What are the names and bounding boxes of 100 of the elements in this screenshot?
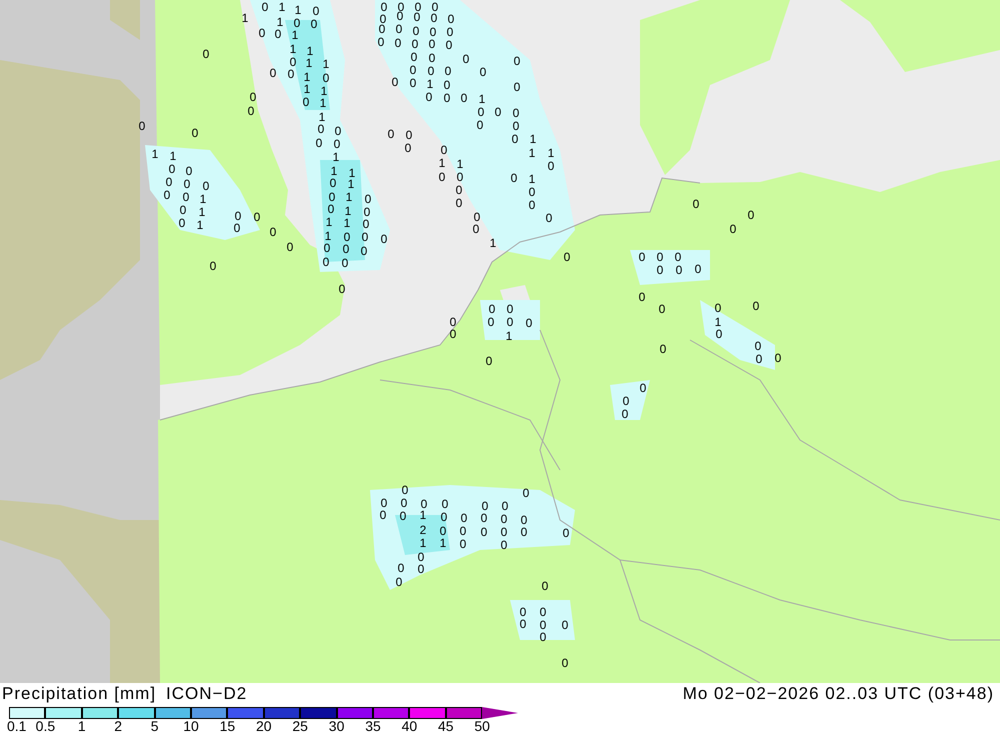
precipitation-value: 0 — [528, 199, 536, 211]
scale-tick-label: 0.5 — [36, 719, 56, 733]
precipitation-value: 0 — [502, 500, 508, 512]
precipitation-value: 1 — [506, 330, 512, 342]
precipitation-value: 0 — [438, 171, 446, 183]
precipitation-value: 0 — [412, 38, 418, 50]
precipitation-value: 0 — [380, 13, 386, 25]
precipitation-value: 0 — [290, 56, 296, 68]
precipitation-value: 0 — [364, 193, 372, 205]
precipitation-value: 0 — [520, 526, 528, 538]
precipitation-value: 0 — [716, 328, 722, 340]
color-swatch — [9, 707, 46, 719]
precipitation-value: 1 — [304, 71, 310, 83]
precipitation-value: 0 — [540, 619, 546, 631]
precipitation-value: 1 — [344, 217, 350, 229]
precipitation-value: 0 — [446, 26, 454, 38]
color-swatch — [82, 707, 118, 719]
precipitation-value: 0 — [486, 355, 492, 367]
precipitation-value: 1 — [344, 205, 352, 217]
precipitation-value: 0 — [400, 510, 406, 522]
precipitation-value: 1 — [276, 16, 284, 28]
precipitation-value: 0 — [514, 55, 520, 67]
precipitation-value: 0 — [428, 52, 436, 64]
precipitation-value: 0 — [540, 631, 546, 643]
precipitation-value: 0 — [138, 120, 146, 132]
precipitation-value: 1 — [456, 158, 464, 170]
precipitation-value: 0 — [562, 527, 570, 539]
precipitation-value: 1 — [438, 157, 446, 169]
precipitation-value: 0 — [398, 562, 404, 574]
precipitation-value: 0 — [564, 251, 570, 263]
precipitation-value: 0 — [514, 81, 520, 93]
precipitation-value: 0 — [480, 526, 488, 538]
precipitation-value: 0 — [660, 343, 666, 355]
precipitation-value: 0 — [472, 223, 480, 235]
precipitation-value: 0 — [480, 512, 488, 524]
scale-tick-label: 1 — [78, 719, 86, 733]
precipitation-value: 0 — [480, 66, 486, 78]
scale-tick-label: 35 — [365, 719, 381, 733]
precipitation-value: 1 — [348, 178, 354, 190]
precipitation-value: 1 — [528, 173, 536, 185]
precipitation-value: 1 — [322, 58, 330, 70]
precipitation-value: 0 — [462, 53, 470, 65]
color-swatch — [409, 707, 446, 719]
precipitation-value: 0 — [288, 68, 294, 80]
precipitation-value: 0 — [444, 65, 452, 77]
precipitation-value: 0 — [674, 251, 682, 263]
precipitation-value: 0 — [388, 128, 394, 140]
precipitation-value: 0 — [520, 618, 526, 630]
precipitation-value: 1 — [200, 193, 206, 205]
precipitation-value: 1 — [440, 537, 446, 549]
precipitation-value: 1 — [346, 191, 352, 203]
precipitation-value: 0 — [392, 76, 398, 88]
precipitation-value: 1 — [332, 151, 340, 163]
precipitation-value: 1 — [320, 85, 328, 97]
precipitation-value: 0 — [500, 539, 508, 551]
precipitation-value: 0 — [210, 260, 216, 272]
precipitation-value: 0 — [418, 551, 424, 563]
precipitation-value: 0 — [248, 105, 254, 117]
precipitation-value: 0 — [318, 123, 324, 135]
precipitation-value: 0 — [184, 178, 190, 190]
precipitation-value: 0 — [754, 340, 762, 352]
precipitation-value: 0 — [344, 231, 350, 243]
precipitation-value: 0 — [404, 142, 412, 154]
precipitation-value: 0 — [410, 77, 416, 89]
precipitation-value: 0 — [774, 352, 782, 364]
precipitation-value: 0 — [488, 303, 496, 315]
precipitation-value: 0 — [428, 65, 434, 77]
precipitation-value: 0 — [446, 39, 452, 51]
scale-tick-label: 20 — [256, 719, 272, 733]
precipitation-value: 0 — [476, 119, 484, 131]
precipitation-value: 0 — [540, 606, 546, 618]
precipitation-value: 0 — [406, 129, 412, 141]
precipitation-value: 0 — [250, 91, 256, 103]
precipitation-value: 0 — [426, 91, 432, 103]
precipitation-value: 0 — [494, 106, 502, 118]
precipitation-value: 1 — [170, 150, 176, 162]
precipitation-value: 0 — [500, 526, 508, 538]
precipitation-value: 0 — [328, 191, 336, 203]
precipitation-value: 0 — [254, 211, 260, 223]
precipitation-value: 0 — [328, 203, 334, 215]
precipitation-value: 0 — [334, 125, 342, 137]
precipitation-value: 0 — [506, 316, 514, 328]
precipitation-value: 0 — [440, 144, 448, 156]
scale-tick-label: 0.1 — [7, 719, 26, 733]
color-swatch — [446, 707, 482, 719]
precipitation-value: 0 — [450, 316, 456, 328]
scale-tick-label: 45 — [438, 719, 454, 733]
precipitation-value: 0 — [622, 395, 630, 407]
precipitation-value: 0 — [312, 5, 320, 17]
precipitation-value: 1 — [420, 537, 426, 549]
precipitation-value: 1 — [478, 93, 486, 105]
precipitation-value: 0 — [456, 171, 464, 183]
precipitation-value: 0 — [730, 223, 736, 235]
precipitation-value: 0 — [202, 48, 210, 60]
precipitation-value: 0 — [396, 23, 402, 35]
precipitation-value: 0 — [324, 242, 330, 254]
precipitation-value: 0 — [444, 92, 450, 104]
precipitation-value: 0 — [440, 525, 446, 537]
precipitation-value: 1 — [490, 237, 496, 249]
precipitation-value: 2 — [420, 524, 426, 536]
